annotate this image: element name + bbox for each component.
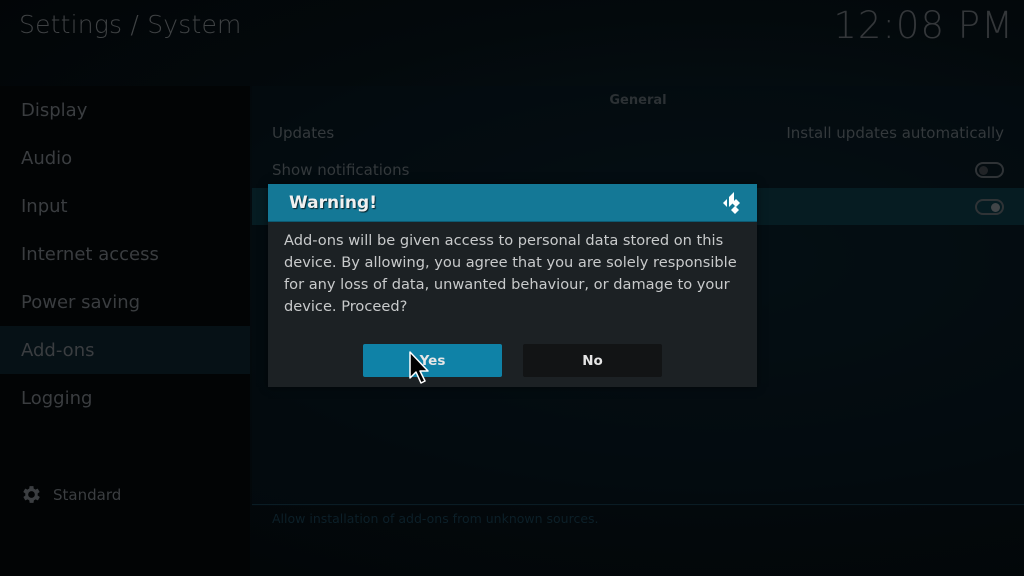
- toggle-switch[interactable]: [975, 161, 1004, 178]
- setting-show-notifications[interactable]: Show notifications: [252, 151, 1024, 188]
- sidebar-item-audio[interactable]: Audio: [0, 134, 250, 182]
- sidebar-item-label: Logging: [21, 387, 93, 409]
- toggle-switch[interactable]: [975, 198, 1004, 215]
- sidebar-item-display[interactable]: Display: [0, 86, 250, 134]
- setting-value: Install updates automatically: [786, 123, 1004, 142]
- warning-dialog: Warning! Add-ons will be given access to…: [268, 184, 757, 387]
- toggle-knob: [979, 165, 988, 175]
- sidebar-item-power-saving[interactable]: Power saving: [0, 278, 250, 326]
- setting-label: Show notifications: [272, 160, 410, 179]
- toggle-knob: [991, 202, 1000, 212]
- no-button[interactable]: No: [523, 344, 662, 377]
- section-title: General: [609, 93, 667, 108]
- settings-level-button[interactable]: Standard: [20, 483, 121, 506]
- sidebar-item-label: Add-ons: [21, 339, 95, 361]
- gear-icon: [23, 486, 40, 503]
- sidebar-item-input[interactable]: Input: [0, 182, 250, 230]
- setting-updates[interactable]: Updates Install updates automatically: [252, 114, 1024, 151]
- mouse-cursor-icon: [409, 351, 429, 384]
- sidebar-item-label: Power saving: [21, 291, 141, 313]
- setting-label: Updates: [272, 123, 335, 142]
- sidebar-item-label: Input: [21, 195, 68, 217]
- sidebar-item-internet-access[interactable]: Internet access: [0, 230, 250, 278]
- yes-button[interactable]: Yes: [363, 344, 502, 377]
- sidebar-item-label: Internet access: [21, 243, 159, 265]
- settings-level-label: Standard: [53, 485, 122, 504]
- kodi-logo-icon: [723, 191, 740, 214]
- divider: [252, 504, 1024, 505]
- clock: 12:08 PM: [833, 4, 1014, 47]
- sidebar-item-label: Display: [21, 99, 88, 121]
- sidebar-item-label: Audio: [21, 147, 73, 169]
- dialog-title: Warning!: [289, 192, 377, 213]
- setting-description: Allow installation of add-ons from unkno…: [272, 511, 599, 526]
- dialog-header: Warning!: [268, 184, 757, 222]
- page-title: Settings / System: [19, 10, 242, 39]
- sidebar-item-add-ons[interactable]: Add-ons: [0, 326, 250, 374]
- dialog-message: Add-ons will be given access to personal…: [284, 232, 737, 315]
- sidebar-item-logging[interactable]: Logging: [0, 374, 250, 422]
